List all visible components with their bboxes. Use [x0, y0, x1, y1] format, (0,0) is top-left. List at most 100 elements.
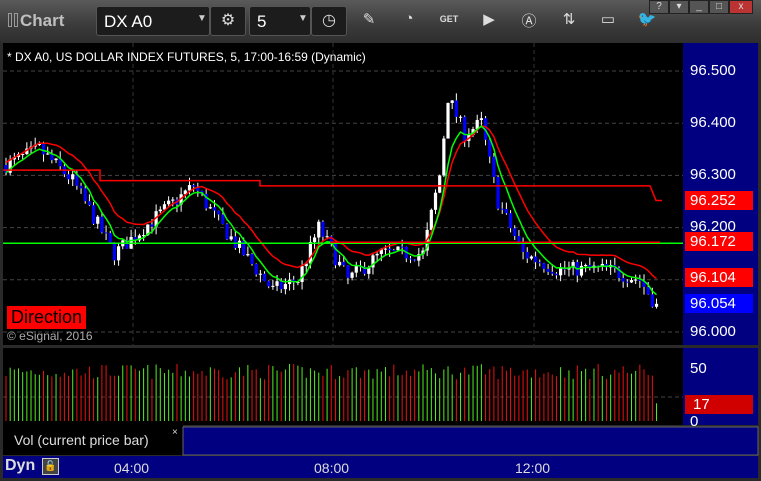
volume-tag: 17 [685, 395, 753, 414]
candle [517, 236, 521, 242]
comment-icon[interactable]: ▭ [597, 10, 619, 28]
title-text: Chart [20, 11, 65, 30]
candle [388, 248, 392, 251]
symbol-settings-button[interactable]: ⚙ [210, 6, 246, 36]
candle [500, 208, 504, 210]
candle [392, 250, 396, 252]
candle [308, 241, 313, 264]
direction-label: Direction [7, 306, 87, 329]
price-tick: 96.000 [690, 323, 736, 340]
study-icon[interactable]: ◔ [398, 10, 420, 27]
copyright: © eSignal, 2016 [7, 329, 93, 343]
candle [104, 232, 108, 234]
symbol-value: DX A0 [104, 12, 153, 31]
draw-pencil-icon[interactable]: ✎ [358, 10, 380, 28]
volume-zero: 0 [690, 413, 699, 430]
candle [91, 205, 96, 224]
candle [250, 254, 254, 265]
time-tick: 12:00 [515, 460, 551, 476]
candle [262, 273, 267, 282]
price-tag-level: 96.172 [685, 232, 753, 251]
candle [396, 246, 400, 251]
candle [258, 273, 262, 275]
candle [354, 266, 358, 273]
candle [300, 266, 304, 283]
candle [433, 192, 438, 210]
candle [429, 209, 433, 230]
candle [438, 175, 442, 193]
volume-label-strip [182, 426, 759, 456]
candle [621, 278, 625, 282]
candle [275, 281, 279, 286]
candle [450, 100, 454, 103]
lock-clock-icon[interactable]: 🔓 [42, 458, 59, 475]
price-tick: 96.300 [690, 166, 736, 183]
candle [66, 174, 71, 180]
help-button[interactable]: ? [649, 0, 669, 14]
play-icon[interactable]: ▶ [478, 10, 500, 28]
symbol-select[interactable]: DX A0 ▼ [96, 6, 210, 36]
candle [650, 294, 654, 307]
dynamic-mode[interactable]: Dyn [5, 457, 35, 475]
candle [454, 100, 458, 117]
candle [463, 116, 467, 141]
candle [317, 221, 321, 238]
candle [550, 271, 554, 274]
candle [634, 279, 638, 281]
candle [321, 221, 325, 237]
candle [350, 272, 354, 278]
chart-header: * DX A0, US DOLLAR INDEX FUTURES, 5, 17:… [7, 50, 366, 64]
volume-tick: 50 [690, 360, 707, 377]
candle [383, 248, 388, 250]
candle [237, 240, 242, 248]
price-tag-last: 96.054 [685, 294, 753, 313]
candle [283, 283, 287, 290]
candle [496, 176, 500, 209]
candle [108, 233, 112, 243]
candle [150, 224, 154, 227]
candle [504, 208, 508, 214]
close-button[interactable]: x [729, 0, 753, 14]
candle [254, 264, 258, 275]
candle [112, 242, 117, 261]
link-icon[interactable]: ⇅ [558, 10, 580, 28]
dock-icon: ▾ [676, 1, 682, 12]
time-tick: 04:00 [114, 460, 150, 476]
candle [546, 268, 550, 272]
time-template-button[interactable]: ◷ [311, 6, 347, 36]
candle [375, 253, 379, 256]
candle [187, 185, 192, 191]
candle [538, 262, 542, 264]
candle [646, 286, 650, 295]
candle [584, 265, 588, 267]
title-bar: Chart DX A0 ▼ ⚙ 5 ▼ ◷ ✎ ◔ GET ▶ Ⓐ ⇅ ▭ 🐦 ? … [0, 0, 761, 43]
candle [192, 185, 196, 187]
time-tick: 08:00 [314, 460, 350, 476]
volume-study-label[interactable]: Vol (current price bar) [14, 432, 149, 448]
get-icon[interactable]: GET [438, 14, 460, 24]
candle [559, 267, 563, 276]
candle [171, 199, 175, 201]
chart-canvas[interactable] [0, 43, 761, 481]
remove-study-button[interactable]: × [172, 427, 178, 438]
candle [542, 263, 546, 269]
candle [46, 153, 50, 155]
candle [625, 281, 629, 283]
candle [408, 258, 413, 260]
candle [312, 237, 317, 242]
maximize-button[interactable]: □ [709, 0, 729, 14]
interval-select[interactable]: 5 ▼ [249, 6, 311, 36]
app-title: Chart [8, 11, 64, 31]
clock-icon: ◷ [322, 12, 336, 29]
candle [212, 207, 217, 211]
candle [246, 254, 250, 256]
candle [71, 174, 75, 180]
candle [267, 281, 271, 287]
candle [533, 256, 538, 263]
chevron-down-icon: ▼ [298, 13, 308, 24]
alert-icon[interactable]: Ⓐ [518, 10, 540, 31]
minimize-button[interactable]: _ [689, 0, 709, 14]
dock-button[interactable]: ▾ [669, 0, 689, 14]
price-tag-slow-ma: 96.252 [685, 191, 753, 210]
candle [446, 102, 450, 139]
